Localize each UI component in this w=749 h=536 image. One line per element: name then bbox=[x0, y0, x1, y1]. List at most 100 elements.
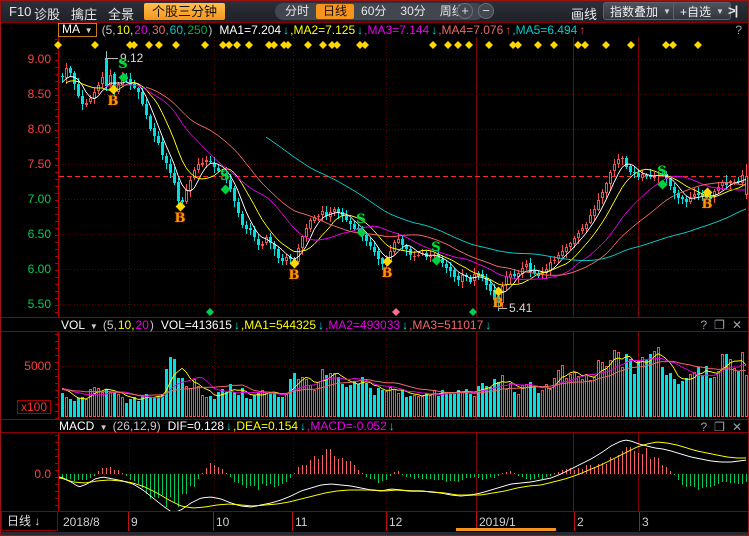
sell-letter: S bbox=[115, 58, 131, 71]
maximize-icon[interactable]: ❐ bbox=[714, 420, 725, 434]
menu-item-4[interactable]: 全景 bbox=[108, 4, 134, 23]
date-tick-label: 12 bbox=[389, 515, 402, 529]
sell-marker: S bbox=[115, 58, 131, 81]
vol-row-value: VOL=413615 bbox=[161, 318, 232, 332]
date-tick-line bbox=[639, 512, 640, 531]
index-overlay-button[interactable]: 指数叠加 ▼ bbox=[603, 2, 678, 20]
period-low-label: 5.41 bbox=[509, 302, 532, 314]
ma-row-icons: ? bbox=[735, 23, 742, 37]
menu-item-3[interactable]: 擒庄 bbox=[71, 4, 97, 23]
arrow-down-icon: ↓ bbox=[234, 318, 240, 332]
arrow-up-icon: ↑ bbox=[579, 23, 585, 37]
chevron-down-icon: ▼ bbox=[100, 423, 108, 432]
vol-row-dropdown[interactable]: VOL ▼ bbox=[61, 318, 98, 332]
buy-diamond-icon bbox=[175, 202, 185, 212]
arrow-down-icon: ↓ bbox=[485, 318, 491, 332]
arrow-down-icon: ↓ bbox=[226, 419, 232, 433]
stock-chart-window: F10诊股擒庄全景 个股三分钟 分时日线60分30分周线▼ + − 画线 指数叠… bbox=[0, 0, 749, 536]
collapse-panel-icon[interactable]: >| bbox=[728, 3, 737, 18]
index-overlay-label: 指数叠加 bbox=[610, 3, 658, 20]
date-tick-label: 2 bbox=[577, 515, 584, 529]
sell-diamond-icon bbox=[356, 228, 366, 238]
stock-3min-button[interactable]: 个股三分钟 bbox=[144, 3, 225, 20]
volume-chart[interactable] bbox=[1, 332, 749, 419]
price-axis-tick: 6.50 bbox=[3, 228, 51, 240]
close-icon[interactable]: ✕ bbox=[732, 318, 742, 332]
date-tick-line bbox=[292, 512, 293, 531]
tab-period-2[interactable]: 日线 bbox=[316, 4, 354, 19]
period-label: 日线 bbox=[7, 514, 31, 528]
chevron-down-icon: ▼ bbox=[85, 26, 93, 35]
price-axis-tick: 7.50 bbox=[3, 158, 51, 170]
add-watchlist-label: +自选 bbox=[680, 3, 711, 20]
draw-line-button[interactable]: 画线 bbox=[571, 4, 597, 23]
ma-row-value: ,MA4=7.076 bbox=[438, 23, 503, 37]
sell-marker: S bbox=[654, 165, 670, 188]
close-icon[interactable]: ✕ bbox=[732, 420, 742, 434]
arrow-up-icon: ↑ bbox=[505, 23, 511, 37]
ma-row-value: ,MA3=7.144 bbox=[364, 23, 429, 37]
ma-row-param: 10, bbox=[117, 23, 134, 37]
date-tick-label: 3 bbox=[642, 515, 649, 529]
period-selector[interactable]: 日线 ↓ bbox=[1, 511, 58, 531]
macd-zero-tick: 0.0 bbox=[3, 468, 51, 480]
sell-diamond-icon bbox=[657, 180, 667, 190]
volume-axis-tick: 5000 bbox=[3, 360, 51, 372]
vol-row-value: ,MA2=493033 bbox=[325, 318, 400, 332]
arrow-down-icon: ↓ bbox=[357, 23, 363, 37]
main-candlestick-chart[interactable] bbox=[1, 37, 749, 317]
ma-row-param: 30, bbox=[152, 23, 169, 37]
buy-letter: B bbox=[699, 198, 715, 211]
chevron-down-icon: ▼ bbox=[716, 7, 724, 16]
buy-letter: B bbox=[379, 267, 395, 280]
ma-row-dropdown[interactable]: MA ▼ bbox=[58, 23, 97, 37]
tab-period-4[interactable]: 30分 bbox=[393, 4, 432, 19]
arrow-down-icon: ↓ bbox=[402, 318, 408, 332]
help-icon[interactable]: ? bbox=[700, 420, 707, 434]
sell-letter: S bbox=[654, 165, 670, 178]
price-axis-tick: 8.50 bbox=[3, 88, 51, 100]
zoom-in-button[interactable]: + bbox=[457, 3, 473, 19]
price-axis-tick: 6.00 bbox=[3, 263, 51, 275]
add-watchlist-button[interactable]: +自选 ▼ bbox=[673, 2, 731, 20]
macd-chart[interactable] bbox=[1, 433, 749, 511]
arrow-down-icon: ↓ bbox=[389, 419, 395, 433]
sell-marker: S bbox=[217, 170, 233, 193]
ma-row-param: 250 bbox=[187, 23, 207, 37]
price-axis-tick: 8.00 bbox=[3, 123, 51, 135]
date-tick-label: 11 bbox=[295, 515, 307, 529]
help-icon[interactable]: ? bbox=[735, 23, 742, 37]
horizontal-scrollbar-thumb[interactable] bbox=[456, 528, 556, 531]
date-tick-line bbox=[574, 512, 575, 531]
volume-unit-badge: x100 bbox=[17, 400, 51, 414]
buy-marker: B bbox=[490, 288, 506, 310]
sell-marker: S bbox=[353, 213, 369, 236]
window-bottom-edge bbox=[1, 532, 748, 536]
date-tick-line bbox=[213, 512, 214, 531]
ma-row-param: (5, bbox=[102, 23, 116, 37]
ma-row-value: MA1=7.204 bbox=[219, 23, 281, 37]
zoom-out-button[interactable]: − bbox=[478, 3, 494, 19]
chevron-down-icon: ▼ bbox=[663, 7, 671, 16]
sell-letter: S bbox=[353, 213, 369, 226]
buy-letter: B bbox=[105, 95, 121, 108]
macd-row-value: ,DEA=0.154 bbox=[233, 419, 298, 433]
menu-item-1[interactable]: F10 bbox=[9, 4, 31, 19]
macd-row-dropdown[interactable]: MACD ▼ bbox=[59, 419, 108, 433]
price-axis-tick: 9.00 bbox=[3, 53, 51, 65]
tab-period-1[interactable]: 分时 bbox=[278, 4, 316, 19]
vol-row-value: ,MA1=544325 bbox=[241, 318, 316, 332]
help-icon[interactable]: ? bbox=[700, 318, 707, 332]
ma-indicator-header: MA ▼(5,10,20,30,60,250)MA1=7.204↓,MA2=7.… bbox=[1, 23, 748, 37]
buy-diamond-icon bbox=[702, 188, 712, 198]
menu-item-2[interactable]: 诊股 bbox=[34, 4, 60, 23]
arrow-down-icon: ↓ bbox=[34, 514, 40, 528]
tab-period-3[interactable]: 60分 bbox=[354, 4, 393, 19]
maximize-icon[interactable]: ❐ bbox=[714, 318, 725, 332]
period-tab-group: 分时日线60分30分周线▼ bbox=[275, 3, 484, 20]
macd-row-value: ,MACD=-0.052 bbox=[307, 419, 387, 433]
macd-row-param: (26,12,9) bbox=[113, 419, 161, 433]
vol-indicator-header: VOL ▼(5,10,20)VOL=413615↓,MA1=544325↓,MA… bbox=[1, 317, 748, 332]
sell-marker: S bbox=[428, 241, 444, 264]
arrow-down-icon: ↓ bbox=[283, 23, 289, 37]
